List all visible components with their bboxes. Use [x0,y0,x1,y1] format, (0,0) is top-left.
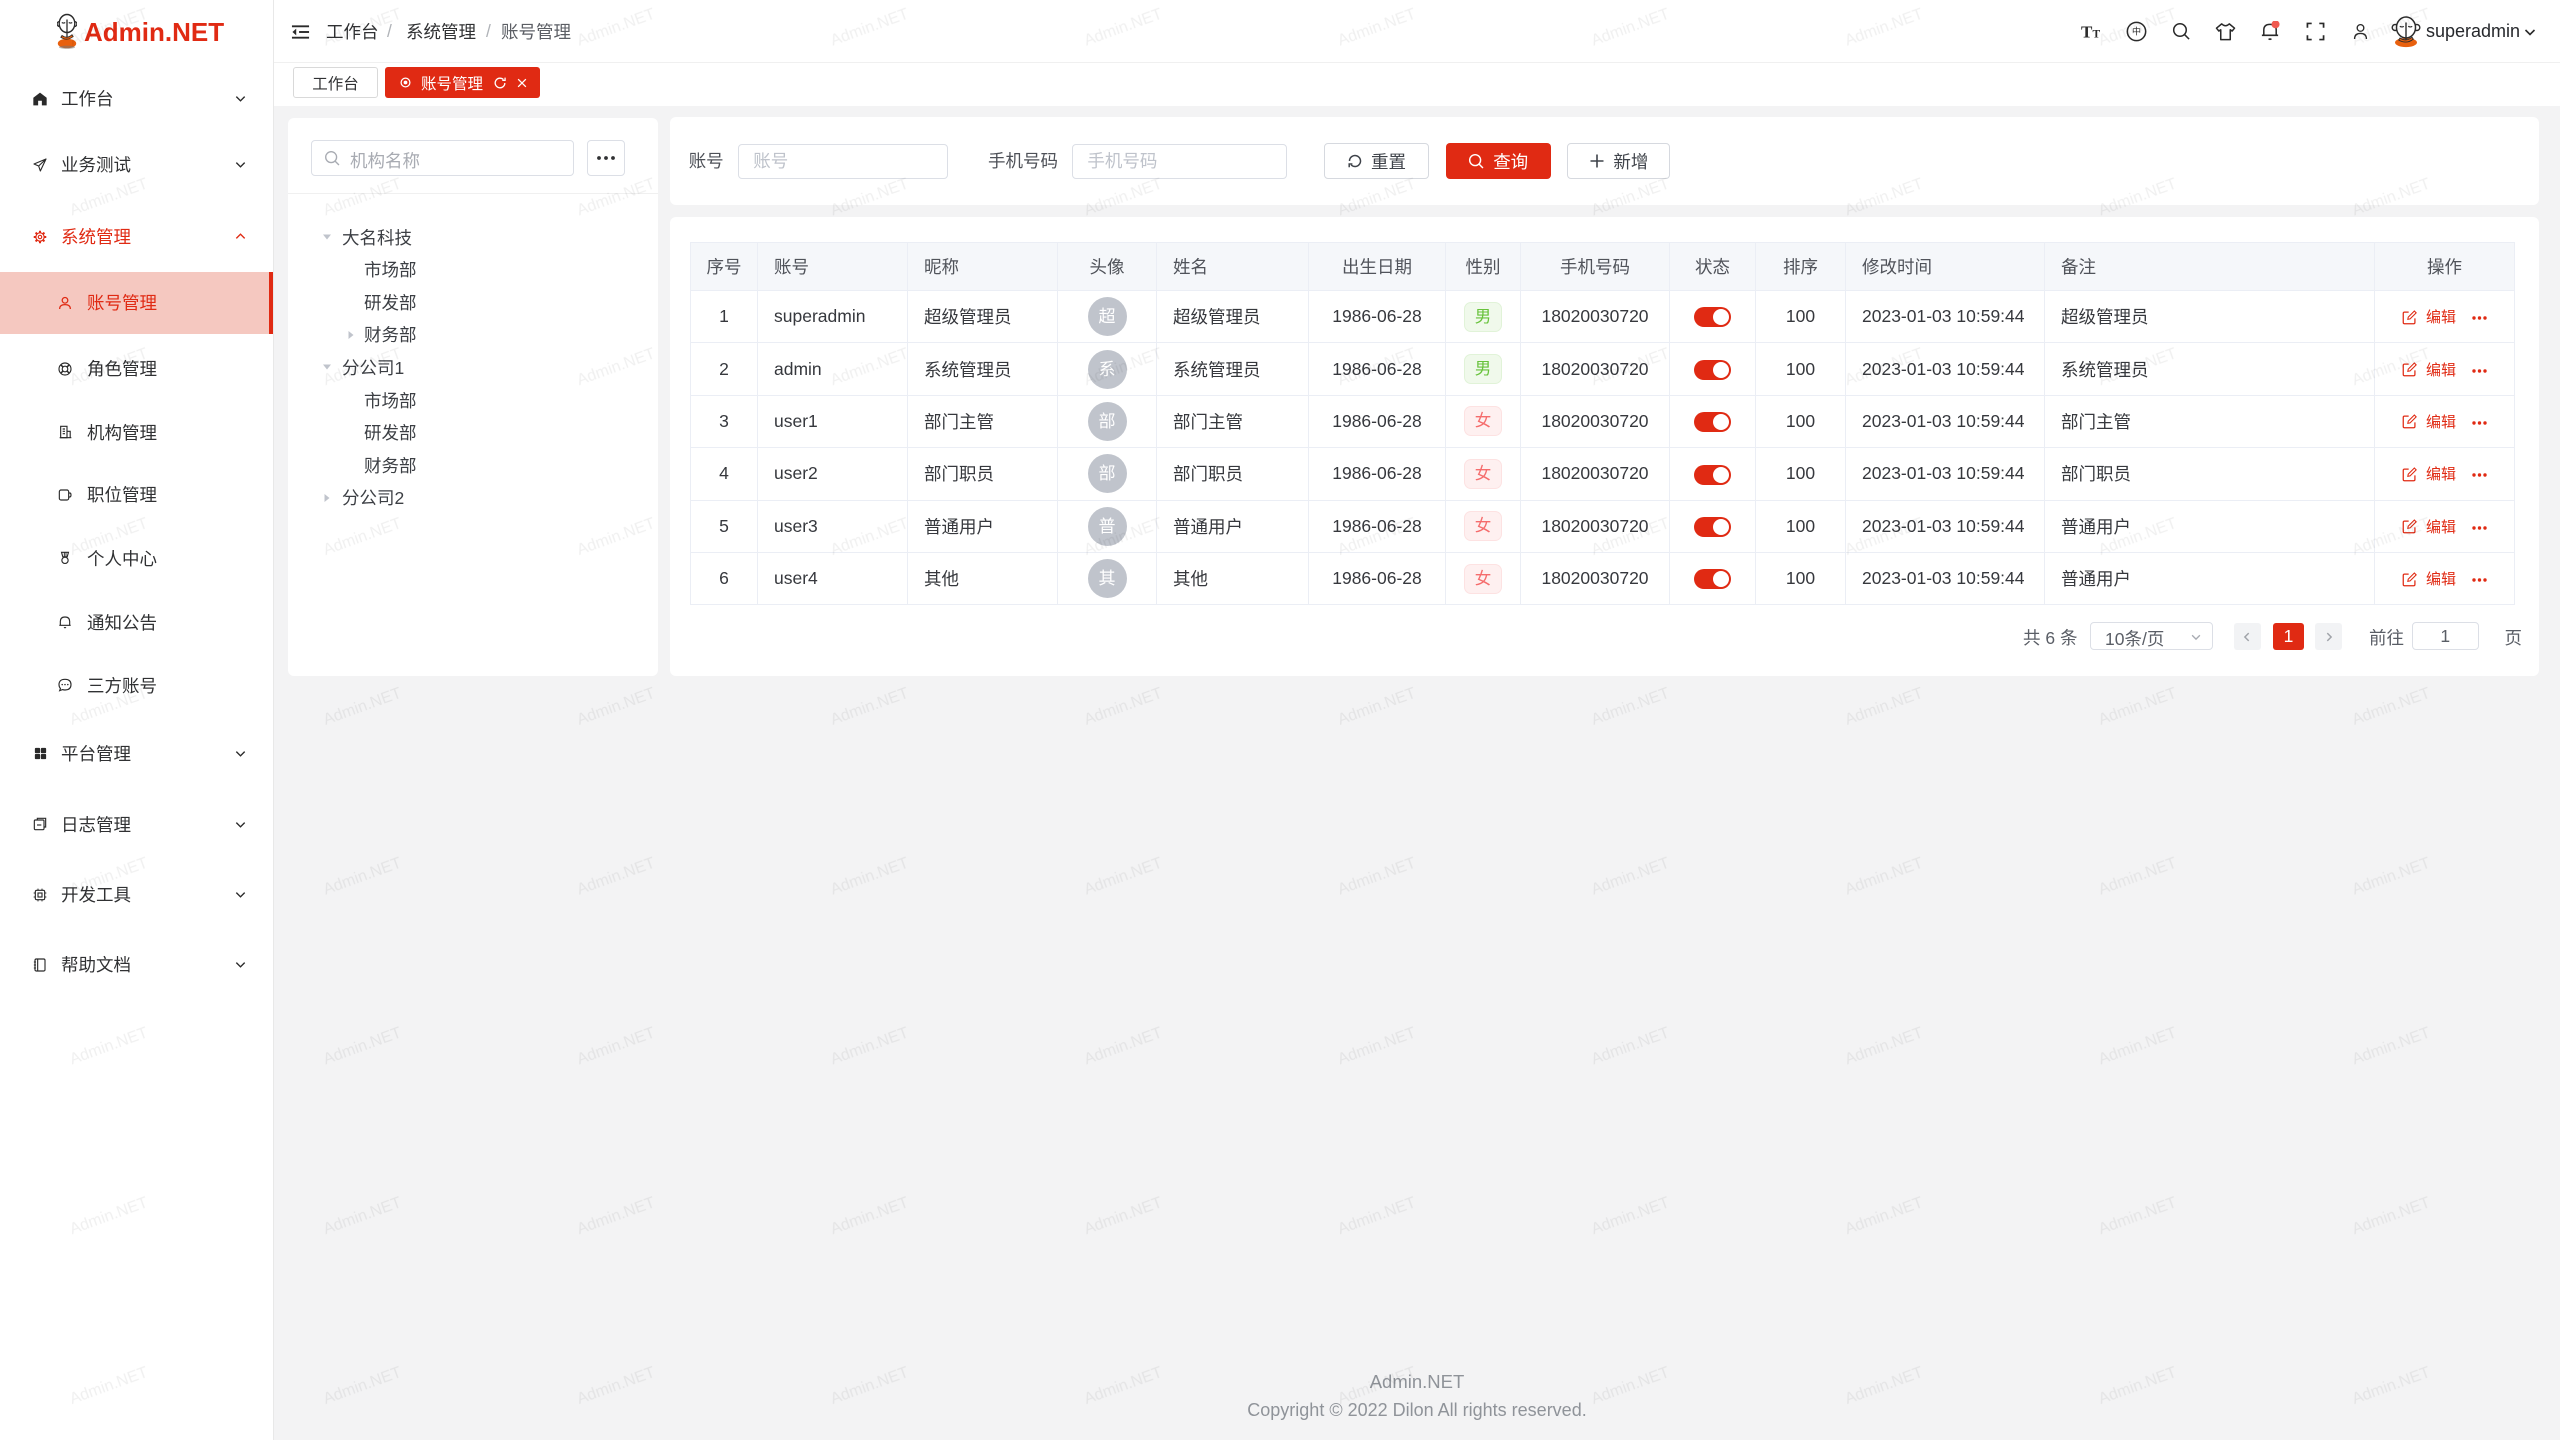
svg-text:中: 中 [2131,26,2140,37]
svg-text:T: T [2093,29,2101,41]
svg-text:T: T [2081,23,2093,40]
